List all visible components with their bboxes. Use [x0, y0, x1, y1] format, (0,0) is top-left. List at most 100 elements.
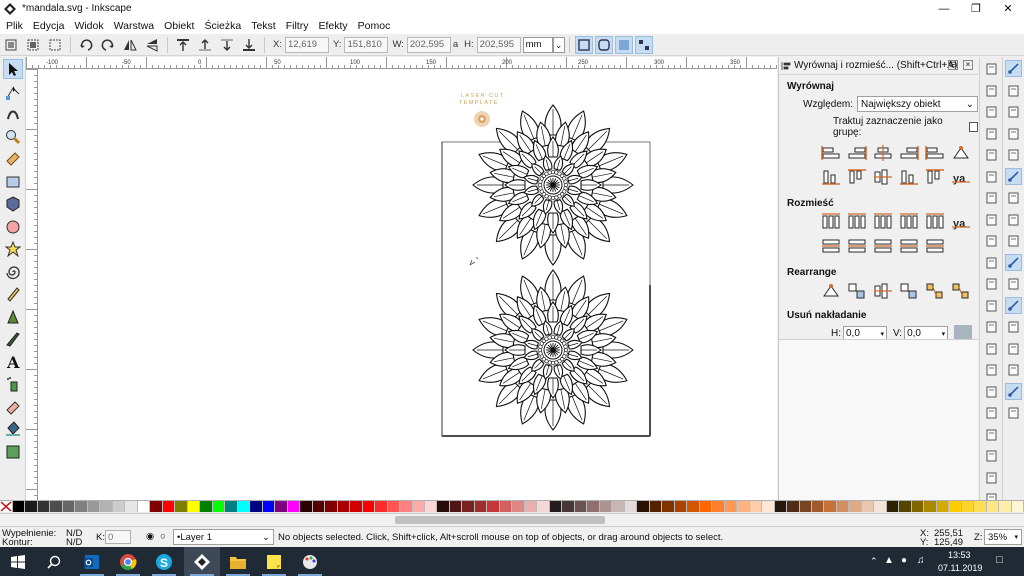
tweak-tool-icon[interactable]: [3, 104, 23, 124]
menu-view[interactable]: Widok: [74, 20, 103, 32]
clock-date[interactable]: 07.11.2019: [938, 563, 982, 573]
3d-box-tool-icon[interactable]: [3, 194, 23, 214]
snap-centers-icon[interactable]: [1005, 296, 1022, 314]
snap-text-baseline-icon[interactable]: [1005, 340, 1022, 357]
color-swatch[interactable]: [50, 501, 63, 512]
align-button-2[interactable]: [847, 144, 867, 162]
raise-to-top-icon[interactable]: [174, 36, 192, 54]
paste-icon[interactable]: [983, 275, 1000, 292]
network-icon[interactable]: ▲: [884, 555, 894, 566]
gradient-tool-icon[interactable]: [3, 442, 23, 462]
chevron-down-icon[interactable]: ⌄: [552, 36, 565, 53]
distribute-button-5[interactable]: [925, 213, 945, 231]
color-swatch[interactable]: [300, 501, 313, 512]
color-swatch[interactable]: [986, 501, 1000, 512]
redo-icon[interactable]: [983, 211, 1000, 228]
color-swatch[interactable]: [337, 501, 351, 512]
rearrange-button-5[interactable]: [925, 282, 945, 300]
color-swatch[interactable]: [400, 501, 413, 512]
color-swatch[interactable]: [949, 501, 962, 512]
search-button[interactable]: [36, 547, 72, 576]
layer-select[interactable]: •Layer 1 ⌄: [173, 529, 274, 545]
skype-taskbar-icon[interactable]: S: [146, 547, 182, 576]
color-swatch[interactable]: [150, 501, 163, 512]
color-swatch[interactable]: [499, 501, 513, 512]
print-icon[interactable]: [983, 125, 1000, 142]
align-button-3[interactable]: [873, 144, 893, 162]
snap-smooth-icon[interactable]: [1005, 253, 1022, 271]
color-swatch[interactable]: [474, 501, 488, 512]
color-swatch[interactable]: [599, 501, 613, 512]
horizontal-scrollbar[interactable]: [0, 513, 1024, 526]
rearrange-button-3[interactable]: [873, 282, 893, 300]
duplicate-icon[interactable]: [983, 361, 1000, 378]
align-button-9[interactable]: [873, 168, 893, 186]
color-swatch[interactable]: [562, 501, 575, 512]
cut-icon[interactable]: [983, 254, 1000, 271]
color-swatch[interactable]: [787, 501, 800, 512]
align-button-6[interactable]: [951, 144, 971, 162]
menu-text[interactable]: Tekst: [251, 20, 276, 32]
color-swatch[interactable]: [674, 501, 688, 512]
color-swatch[interactable]: [712, 501, 725, 512]
menu-help[interactable]: Pomoc: [358, 20, 391, 32]
hide-layer-icon[interactable]: ◉: [146, 531, 154, 542]
flip-horizontal-icon[interactable]: [121, 36, 139, 54]
rotate-ccw-icon[interactable]: [77, 36, 95, 54]
color-swatch[interactable]: [137, 501, 151, 512]
wifi-icon[interactable]: ●: [901, 555, 907, 566]
color-swatch[interactable]: [25, 501, 38, 512]
color-swatch[interactable]: [749, 501, 763, 512]
mandala-top[interactable]: [472, 104, 634, 266]
color-swatch[interactable]: [325, 501, 338, 512]
flip-vertical-icon[interactable]: [143, 36, 161, 54]
color-swatch[interactable]: [999, 501, 1012, 512]
menu-layer[interactable]: Warstwa: [114, 20, 154, 32]
color-swatch[interactable]: [237, 501, 251, 512]
distribute-button-11[interactable]: [925, 237, 945, 255]
relative-select[interactable]: Największy obiekt ⌄: [857, 96, 978, 112]
no-paint-swatch[interactable]: [0, 501, 13, 512]
lock-icon[interactable]: а: [453, 39, 458, 50]
height-field[interactable]: [476, 36, 521, 53]
rearrange-button-2[interactable]: [847, 282, 867, 300]
color-swatch[interactable]: [275, 501, 288, 512]
color-swatch[interactable]: [737, 501, 750, 512]
color-swatch[interactable]: [200, 501, 213, 512]
snap-cusp-icon[interactable]: [1005, 232, 1022, 249]
new-document-icon[interactable]: [983, 60, 1000, 77]
color-swatch[interactable]: [936, 501, 950, 512]
import-icon[interactable]: [983, 146, 1000, 163]
zoom-tool-icon[interactable]: [3, 127, 23, 147]
inkscape-taskbar-icon[interactable]: [184, 547, 220, 576]
clone-icon[interactable]: [983, 383, 1000, 400]
open-icon[interactable]: [983, 82, 1000, 99]
align-button-1[interactable]: [821, 144, 841, 162]
unit-select[interactable]: mm: [522, 36, 553, 53]
color-swatch[interactable]: [387, 501, 401, 512]
color-swatch[interactable]: [574, 501, 588, 512]
color-swatch[interactable]: [250, 501, 263, 512]
rearrange-button-4[interactable]: [899, 282, 919, 300]
color-swatch[interactable]: [612, 501, 625, 512]
calligraphy-tool-icon[interactable]: [3, 329, 23, 349]
scroll-thumb[interactable]: [395, 516, 605, 524]
maximize-button[interactable]: ❐: [960, 0, 992, 17]
color-swatch[interactable]: [699, 501, 713, 512]
color-swatch[interactable]: [861, 501, 875, 512]
panel-close-icon[interactable]: ×: [963, 60, 973, 70]
color-swatch[interactable]: [911, 501, 925, 512]
group-icon[interactable]: [983, 404, 1000, 421]
menu-path[interactable]: Ścieżka: [204, 20, 241, 32]
lower-icon[interactable]: [218, 36, 236, 54]
snap-rotation-icon[interactable]: [1005, 318, 1022, 335]
color-swatch[interactable]: [812, 501, 825, 512]
distribute-button-9[interactable]: [873, 237, 893, 255]
x-field[interactable]: [284, 36, 329, 53]
menu-file[interactable]: Plik: [6, 20, 23, 32]
color-swatch[interactable]: [662, 501, 675, 512]
opacity-field[interactable]: 0: [105, 530, 131, 544]
close-button[interactable]: ✕: [992, 0, 1024, 17]
node-tool-icon[interactable]: [3, 82, 23, 102]
rearrange-button-1[interactable]: [821, 282, 841, 300]
